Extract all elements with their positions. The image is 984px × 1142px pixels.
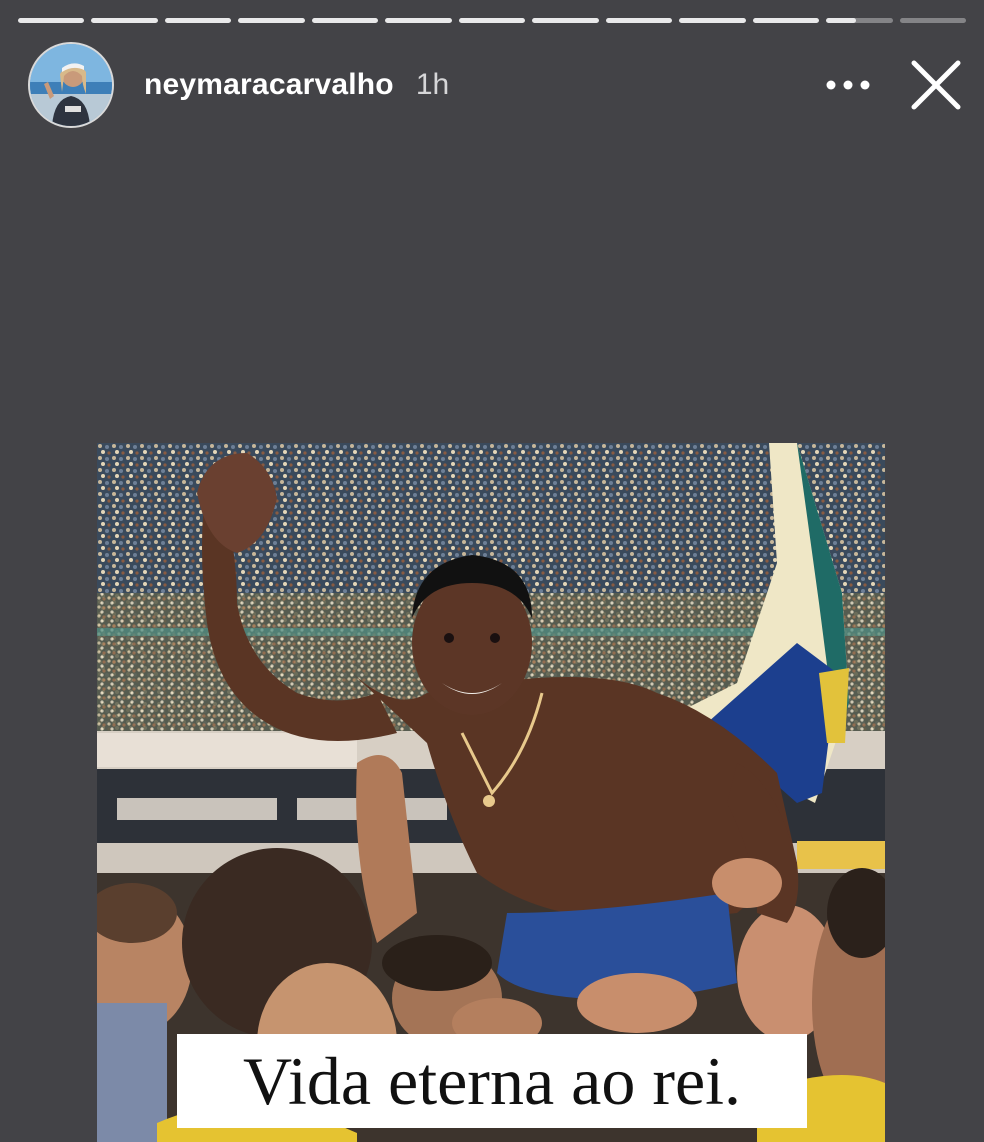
progress-segment: [752, 18, 820, 23]
progress-segment-fill: [752, 18, 820, 23]
progress-segment-fill: [826, 18, 857, 23]
story-progress-bar: [18, 18, 967, 23]
progress-segment: [18, 18, 85, 23]
progress-segment: [458, 18, 526, 23]
close-button[interactable]: [908, 57, 964, 113]
progress-segment: [605, 18, 673, 23]
story-username[interactable]: neymaracarvalho: [144, 68, 394, 102]
close-icon: [911, 60, 961, 110]
more-horizontal-icon: [826, 80, 870, 90]
progress-segment-fill: [458, 18, 526, 23]
progress-segment: [899, 18, 967, 23]
progress-segment-fill: [164, 18, 232, 23]
story-header: neymaracarvalho 1h: [28, 40, 964, 130]
progress-segment-fill: [238, 18, 305, 23]
progress-segment-fill: [605, 18, 673, 23]
progress-segment-fill: [385, 18, 452, 23]
progress-segment-fill: [679, 18, 746, 23]
avatar-image: [30, 44, 112, 126]
progress-segment-fill: [18, 18, 85, 23]
progress-segment: [164, 18, 232, 23]
progress-segment: [91, 18, 158, 23]
progress-segment-fill: [311, 18, 379, 23]
story-timestamp: 1h: [415, 68, 450, 101]
progress-segment: [385, 18, 452, 23]
progress-segment-fill: [91, 18, 158, 23]
avatar[interactable]: [28, 42, 114, 128]
progress-segment-fill: [532, 18, 599, 23]
progress-segment: [238, 18, 305, 23]
progress-segment: [532, 18, 599, 23]
progress-segment: [826, 18, 893, 23]
more-options-button[interactable]: [818, 65, 878, 105]
progress-segment: [679, 18, 746, 23]
story-caption: Vida eterna ao rei.: [177, 1034, 807, 1128]
progress-segment: [311, 18, 379, 23]
